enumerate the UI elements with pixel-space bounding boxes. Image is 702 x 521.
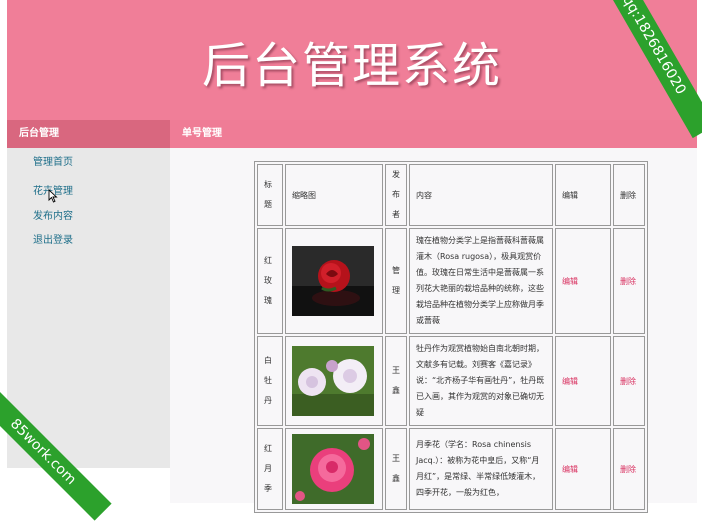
delete-link[interactable]: 删除 (613, 336, 645, 426)
row-title: 白牡丹 (257, 336, 283, 426)
header-banner: 后台管理系统 (7, 0, 697, 120)
page-title: 后台管理系统 (201, 38, 502, 94)
row-title: 红玫瑰 (257, 228, 283, 334)
red-rose-thumbnail[interactable] (292, 246, 374, 316)
red-chinese-rose-thumbnail[interactable] (292, 434, 374, 504)
delete-link[interactable]: 删除 (613, 428, 645, 510)
sidebar-item-publish[interactable]: 发布内容 (33, 207, 73, 222)
row-thumb-cell (285, 228, 383, 334)
nav-section-title: 后台管理 (7, 120, 170, 148)
row-author: 王鑫 (385, 336, 407, 426)
col-header-content: 内容 (409, 164, 553, 226)
row-title: 红月季 (257, 428, 283, 510)
row-content: 月季花（学名：Rosa chinensis Jacq.）：被称为花中皇后，又称“… (409, 428, 553, 510)
delete-link[interactable]: 删除 (613, 228, 645, 334)
row-author: 王鑫 (385, 428, 407, 510)
row-thumb-cell (285, 336, 383, 426)
sidebar-item-home[interactable]: 管理首页 (33, 153, 73, 168)
row-author: 管理 (385, 228, 407, 334)
sidebar-item-logout[interactable]: 退出登录 (33, 231, 73, 246)
sidebar: 管理首页 花卉管理 发布内容 退出登录 (7, 148, 170, 468)
col-header-edit: 编辑 (555, 164, 611, 226)
table-row: 白牡丹 王鑫 牡丹作为观赏植物始自南北朝时期，文献多有记载。刘赛客《嘉记录》说：… (257, 336, 645, 426)
edit-link[interactable]: 编辑 (555, 228, 611, 334)
nav-page-title: 单号管理 (182, 128, 222, 139)
table-row: 红玫瑰 管理 瑰在植物分类学上是指蔷薇科蔷薇属灌木（Rosa rugosa），极… (257, 228, 645, 334)
table-row: 红月季 王鑫 月季花（学名：Rosa chinensis Jacq.）：被称为花… (257, 428, 645, 510)
col-header-title: 标题 (257, 164, 283, 226)
table-header-row: 标题 缩略图 发布者 内容 编辑 删除 (257, 164, 645, 226)
edit-link[interactable]: 编辑 (555, 428, 611, 510)
row-thumb-cell (285, 428, 383, 510)
col-header-thumb: 缩略图 (285, 164, 383, 226)
mouse-cursor-icon (48, 189, 58, 203)
edit-link[interactable]: 编辑 (555, 336, 611, 426)
col-header-delete: 删除 (613, 164, 645, 226)
row-content: 瑰在植物分类学上是指蔷薇科蔷薇属灌木（Rosa rugosa），极具观赏价值。玫… (409, 228, 553, 334)
white-peony-thumbnail[interactable] (292, 346, 374, 416)
col-header-author: 发布者 (385, 164, 407, 226)
flower-table: 标题 缩略图 发布者 内容 编辑 删除 红玫瑰 管理 瑰在植物分类学上是指蔷薇科… (254, 161, 648, 513)
nav-bar: 后台管理 单号管理 (7, 120, 697, 148)
row-content: 牡丹作为观赏植物始自南北朝时期，文献多有记载。刘赛客《嘉记录》说：“北齐杨子华有… (409, 336, 553, 426)
